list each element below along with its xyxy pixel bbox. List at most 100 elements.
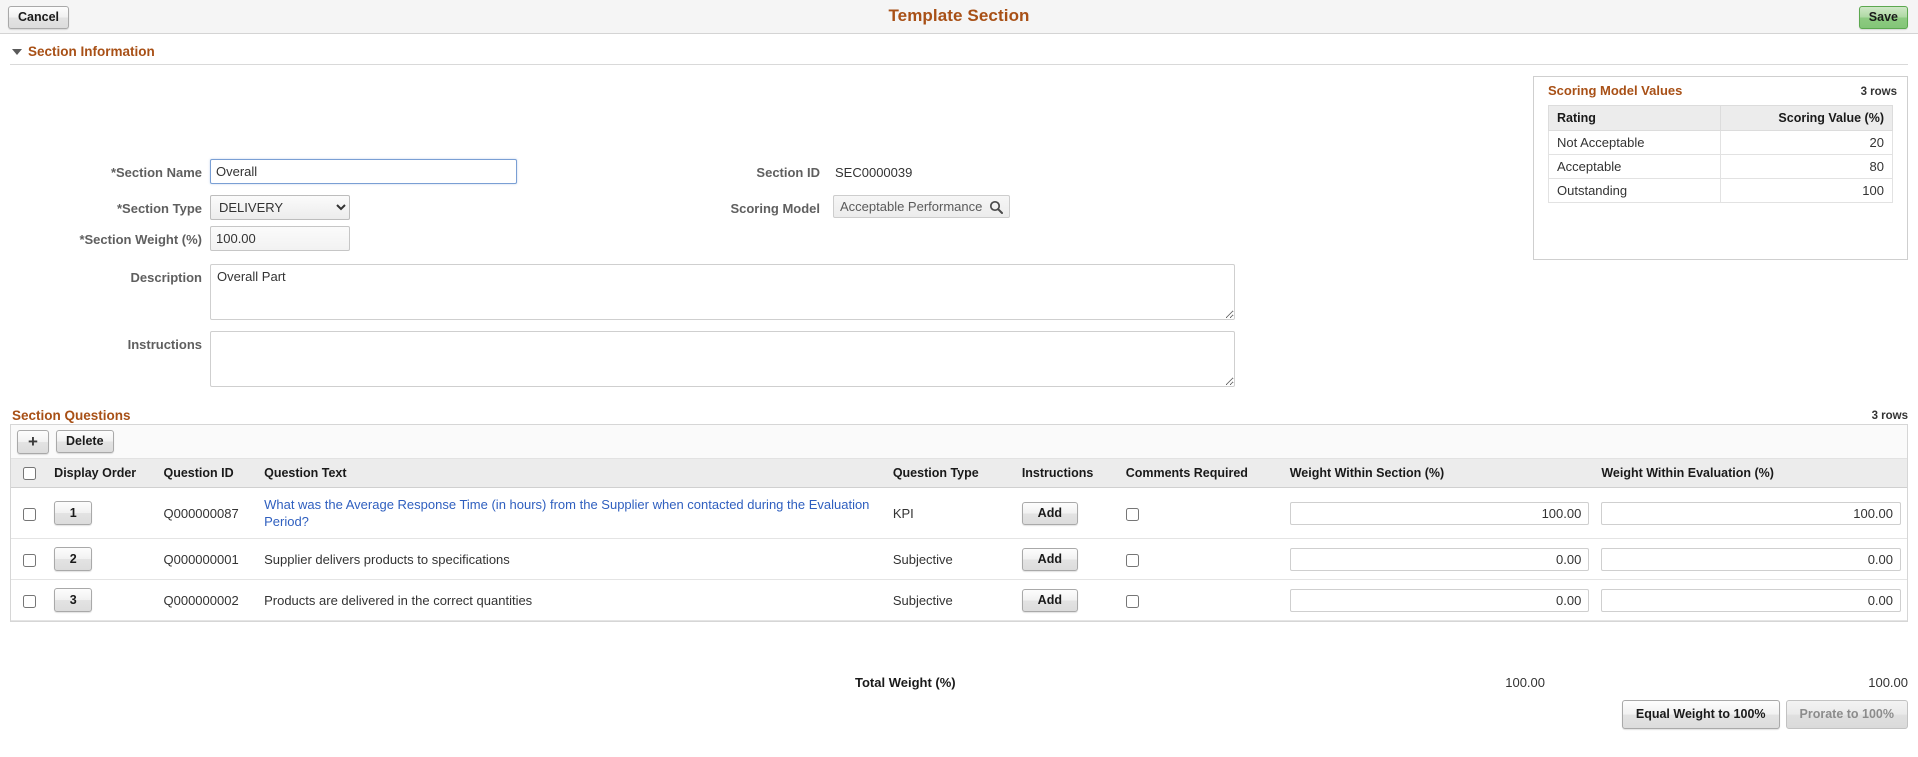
weight-within-evaluation-input[interactable] — [1601, 501, 1901, 525]
comments-required-checkbox[interactable] — [1125, 553, 1139, 567]
display-order-button[interactable]: 1 — [54, 501, 93, 526]
question-type-cell: KPI — [886, 487, 1016, 540]
rating-cell: Outstanding — [1548, 178, 1721, 203]
comments-required-cell — [1119, 487, 1284, 540]
weight-within-section-cell — [1283, 487, 1596, 540]
section-type-select[interactable]: DELIVERY — [210, 195, 350, 220]
section-id-value: SEC0000039 — [835, 165, 913, 180]
table-row: Acceptable 80 — [1548, 154, 1893, 179]
section-questions-row-count: 3 rows — [1871, 410, 1908, 422]
instructions-cell: Add — [1015, 579, 1120, 622]
section-weight-label: *Section Weight (%) — [79, 232, 202, 247]
grid-toolbar: + Delete — [11, 425, 1907, 459]
total-weight-within-section: 100.00 — [1505, 675, 1545, 690]
section-weight-input[interactable] — [210, 226, 350, 251]
scoring-model-values-title: Scoring Model Values — [1548, 83, 1683, 98]
scoring-model-label: Scoring Model — [730, 201, 820, 216]
weight-within-evaluation-cell — [1595, 487, 1907, 540]
column-header-question-type: Question Type — [886, 459, 1016, 489]
plus-icon[interactable]: + — [17, 429, 49, 454]
section-name-input[interactable] — [210, 159, 517, 184]
top-toolbar: Cancel Template Section Save — [0, 0, 1918, 34]
display-order-button[interactable]: 2 — [54, 547, 93, 572]
row-select-checkbox[interactable] — [23, 507, 37, 521]
delete-button[interactable]: Delete — [56, 430, 114, 453]
table-row: 2 Q000000001 Supplier delivers products … — [11, 538, 1907, 581]
add-instructions-button[interactable]: Add — [1021, 588, 1078, 612]
select-all-checkbox[interactable] — [23, 467, 37, 481]
comments-required-checkbox[interactable] — [1125, 594, 1139, 608]
scoring-value-cell: 20 — [1720, 130, 1893, 155]
totals-row: Total Weight (%) 100.00 100.00 — [10, 673, 1908, 697]
instructions-cell: Add — [1015, 538, 1120, 581]
instructions-textarea[interactable] — [210, 331, 1235, 387]
question-text-cell: What was the Average Response Time (in h… — [258, 487, 887, 540]
section-questions-grid: + Delete Display Order Question ID Quest… — [10, 424, 1908, 623]
rating-cell: Not Acceptable — [1548, 130, 1721, 155]
question-id-cell: Q000000087 — [157, 487, 259, 540]
display-order-cell: 2 — [48, 538, 158, 581]
scoring-model-prompt[interactable]: Acceptable Performance — [833, 195, 1011, 218]
rating-cell: Acceptable — [1548, 154, 1721, 179]
display-order-button[interactable]: 3 — [54, 588, 93, 613]
total-weight-within-evaluation: 100.00 — [1868, 675, 1908, 690]
search-icon[interactable] — [989, 200, 1004, 214]
weight-within-evaluation-input[interactable] — [1601, 547, 1901, 571]
column-header-question-text: Question Text — [258, 459, 887, 489]
question-text-link[interactable]: What was the Average Response Time (in h… — [264, 497, 869, 529]
scoring-model-values-panel: Scoring Model Values 3 rows Rating Scori… — [1533, 76, 1908, 260]
section-name-label: *Section Name — [110, 165, 202, 180]
row-select-cell — [11, 538, 49, 581]
comments-required-cell — [1119, 579, 1284, 622]
table-row: 3 Q000000002 Products are delivered in t… — [11, 579, 1907, 622]
weight-within-evaluation-input[interactable] — [1601, 588, 1901, 612]
instructions-label: Instructions — [127, 337, 202, 352]
weight-within-section-input[interactable] — [1289, 501, 1590, 525]
caret-down-icon[interactable] — [12, 48, 22, 55]
weight-within-section-input[interactable] — [1289, 588, 1590, 612]
weight-within-section-cell — [1283, 579, 1596, 622]
scoring-model-value: Acceptable Performance — [840, 199, 983, 214]
total-weight-label: Total Weight (%) — [855, 675, 956, 690]
column-header-select-all — [11, 459, 49, 489]
add-instructions-button[interactable]: Add — [1021, 547, 1078, 571]
equal-weight-to-100-button[interactable]: Equal Weight to 100% — [1621, 700, 1780, 729]
column-header-comments-required: Comments Required — [1119, 459, 1284, 489]
display-order-cell: 3 — [48, 579, 158, 622]
scoring-model-values-row-count: 3 rows — [1860, 86, 1897, 98]
table-header-row: Rating Scoring Value (%) — [1548, 105, 1893, 131]
scoring-value-cell: 100 — [1720, 178, 1893, 203]
row-select-checkbox[interactable] — [23, 553, 37, 567]
scoring-model-values-table: Rating Scoring Value (%) Not Acceptable … — [1548, 105, 1893, 203]
column-header-instructions: Instructions — [1015, 459, 1120, 489]
comments-required-checkbox[interactable] — [1125, 507, 1139, 521]
footer-buttons: Equal Weight to 100% Prorate to 100% — [1621, 700, 1908, 729]
row-select-checkbox[interactable] — [23, 594, 37, 608]
table-row: 1 Q000000087 What was the Average Respon… — [11, 487, 1907, 540]
add-instructions-button[interactable]: Add — [1021, 501, 1078, 525]
table-row: Outstanding 100 — [1548, 178, 1893, 203]
display-order-cell: 1 — [48, 487, 158, 540]
prorate-to-100-button: Prorate to 100% — [1785, 700, 1908, 729]
instructions-cell: Add — [1015, 487, 1120, 540]
comments-required-cell — [1119, 538, 1284, 581]
table-row: Not Acceptable 20 — [1548, 130, 1893, 155]
question-id-cell: Q000000001 — [157, 538, 259, 581]
section-information-title: Section Information — [28, 44, 155, 59]
description-label: Description — [130, 270, 202, 285]
column-header-question-id: Question ID — [157, 459, 259, 489]
page-title: Template Section — [888, 6, 1030, 25]
save-button[interactable]: Save — [1858, 6, 1908, 29]
row-select-cell — [11, 579, 49, 622]
weight-within-section-cell — [1283, 538, 1596, 581]
section-questions-title: Section Questions — [12, 408, 131, 423]
description-textarea[interactable]: Overall Part — [210, 264, 1235, 320]
section-information-header[interactable]: Section Information — [12, 44, 1918, 59]
question-id-cell: Q000000002 — [157, 579, 259, 622]
column-header-weight-within-section: Weight Within Section (%) — [1283, 459, 1596, 489]
row-select-cell — [11, 487, 49, 540]
section-type-label: *Section Type — [116, 201, 202, 216]
column-header-rating: Rating — [1548, 105, 1721, 131]
weight-within-section-input[interactable] — [1289, 547, 1590, 571]
column-header-scoring-value: Scoring Value (%) — [1720, 105, 1893, 131]
